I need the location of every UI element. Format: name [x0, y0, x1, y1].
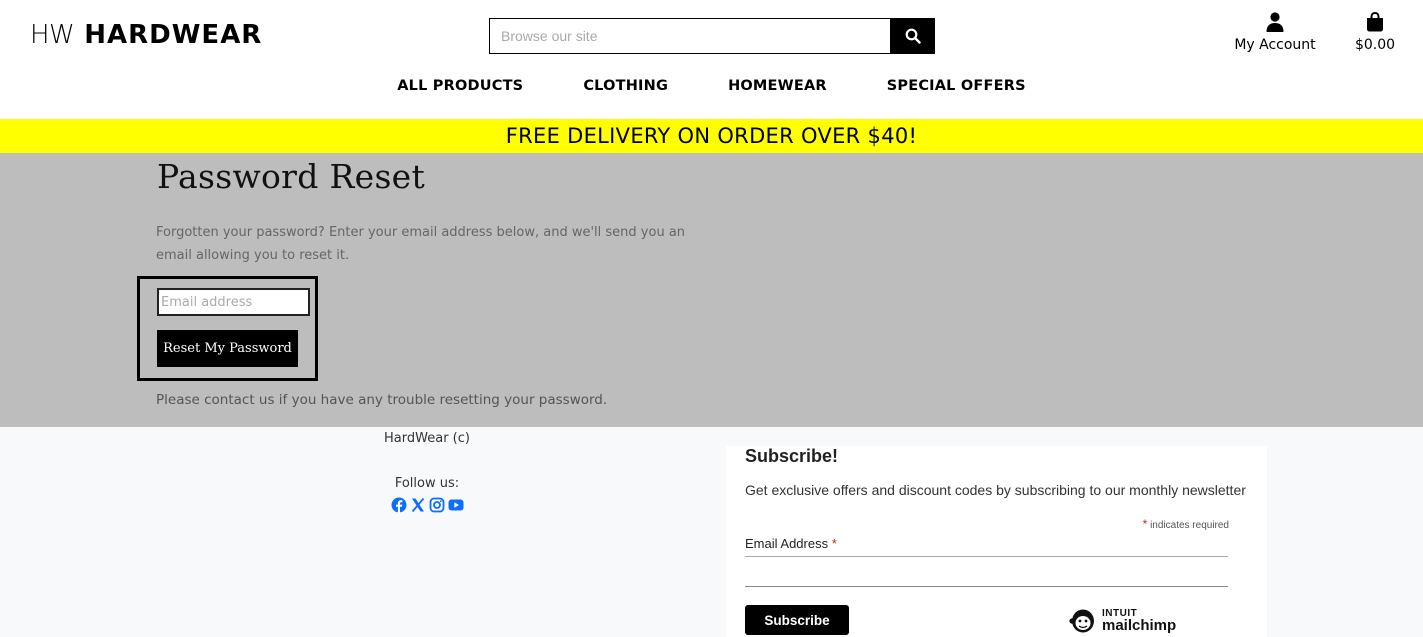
reset-password-button[interactable]: Reset My Password [157, 330, 298, 367]
search-icon [905, 28, 921, 44]
logo-name: HARDWEAR [84, 20, 263, 50]
cart-total: $0.00 [1354, 37, 1396, 53]
subscribe-button[interactable]: Subscribe [745, 605, 849, 635]
site-logo[interactable]: HW HARDWEAR [30, 20, 262, 54]
required-note-text: indicates required [1150, 520, 1229, 531]
subscribe-email-field[interactable] [745, 560, 1228, 587]
email-field[interactable] [157, 288, 310, 316]
user-icon [1230, 12, 1320, 34]
search-input[interactable] [489, 18, 890, 54]
social-links [391, 497, 464, 513]
delivery-banner: FREE DELIVERY ON ORDER OVER $40! [0, 119, 1423, 153]
page-title: Password Reset [157, 157, 426, 196]
nav-special-offers[interactable]: SPECIAL OFFERS [887, 78, 1026, 94]
follow-label: Follow us: [394, 476, 460, 491]
label-divider [745, 556, 1228, 557]
youtube-icon[interactable] [448, 497, 464, 513]
mailchimp-logo[interactable]: INTUIT mailchimp [1068, 606, 1176, 634]
subscribe-title: Subscribe! [745, 446, 839, 466]
instagram-icon[interactable] [429, 497, 445, 513]
facebook-icon[interactable] [391, 497, 407, 513]
site-footer: HardWear (c) Follow us: Subscribe! Get e… [0, 427, 1423, 637]
x-icon[interactable] [410, 497, 426, 513]
search-bar [489, 18, 935, 54]
mailchimp-name: mailchimp [1102, 617, 1177, 634]
nav-clothing[interactable]: CLOTHING [583, 78, 668, 94]
mailchimp-icon [1069, 609, 1094, 633]
required-note: * indicates required [1143, 517, 1229, 531]
required-asterisk: * [831, 536, 837, 551]
subscribe-form: Subscribe! Get exclusive offers and disc… [726, 446, 1267, 637]
subscribe-email-label: Email Address * [745, 536, 837, 551]
reset-instructions: Forgotten your password? Enter your emai… [156, 225, 686, 263]
nav-all-products[interactable]: ALL PRODUCTS [397, 78, 523, 94]
my-account-link[interactable]: My Account [1230, 12, 1320, 53]
site-header: HW HARDWEAR My Account $0.00 [0, 0, 1423, 119]
my-account-label: My Account [1234, 37, 1316, 53]
password-reset-section: Password Reset Forgotten your password? … [0, 153, 1423, 427]
shopping-bag-link[interactable]: $0.00 [1350, 11, 1400, 53]
copyright-text: HardWear (c) [384, 431, 470, 446]
required-asterisk: * [1142, 517, 1148, 531]
main-nav: ALL PRODUCTS CLOTHING HOMEWEAR SPECIAL O… [0, 78, 1423, 94]
subscribe-email-label-text: Email Address [745, 536, 829, 551]
search-button[interactable] [890, 18, 935, 54]
logo-mark: HW [30, 20, 75, 50]
mailchimp-wordmark: INTUIT mailchimp [1102, 608, 1177, 634]
shopping-bag-icon [1350, 11, 1400, 34]
nav-homewear[interactable]: HOMEWEAR [728, 78, 827, 94]
contact-note: Please contact us if you have any troubl… [156, 392, 608, 408]
subscribe-description: Get exclusive offers and discount codes … [745, 482, 1246, 498]
